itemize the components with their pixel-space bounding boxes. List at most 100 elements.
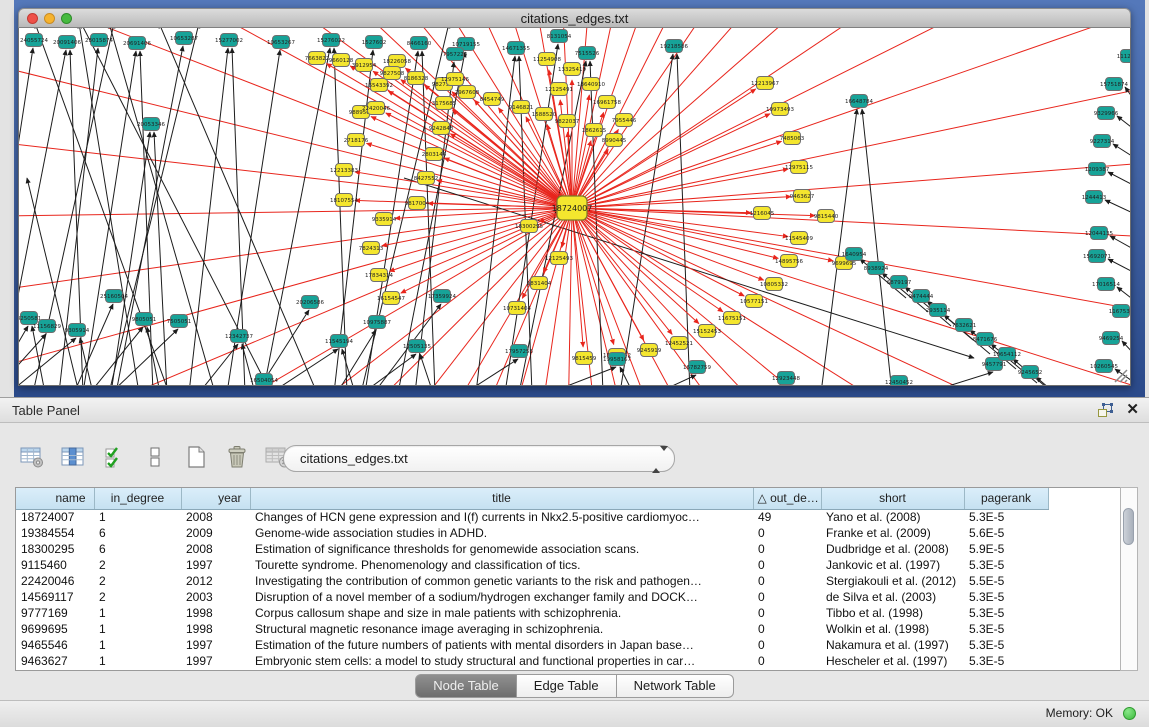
- graph-node[interactable]: 10973493: [766, 103, 794, 116]
- graph-node[interactable]: 13325419: [558, 63, 586, 76]
- column-header-6[interactable]: pagerank: [964, 488, 1048, 509]
- graph-node[interactable]: 9815459: [572, 352, 597, 365]
- graph-node[interactable]: 12213383: [330, 164, 358, 177]
- row-height-icon[interactable]: [139, 439, 171, 475]
- resize-handle-icon[interactable]: [1112, 367, 1128, 383]
- tab-edge-table[interactable]: Edge Table: [517, 674, 617, 698]
- graph-node[interactable]: 11254908: [533, 53, 561, 66]
- graph-node[interactable]: 14895756: [775, 255, 803, 268]
- graph-node[interactable]: 2967608: [455, 86, 480, 99]
- graph-node[interactable]: 1588520: [532, 108, 557, 121]
- close-window-button[interactable]: [27, 13, 38, 24]
- graph-node[interactable]: 1244413: [1082, 191, 1107, 204]
- tab-node-table[interactable]: Node Table: [415, 674, 517, 698]
- table-row[interactable]: 1872400712008Changes of HCN gene express…: [16, 509, 1048, 525]
- graph-node[interactable]: 9817004: [405, 197, 430, 210]
- graph-node[interactable]: 9469254: [1099, 332, 1124, 345]
- graph-node[interactable]: 15751874: [1100, 78, 1128, 91]
- graph-node[interactable]: 9245919: [637, 344, 662, 357]
- table-selector-dropdown[interactable]: citations_edges.txt: [283, 445, 675, 472]
- graph-node[interactable]: 9305914: [65, 324, 90, 337]
- column-header-0[interactable]: name: [16, 488, 94, 509]
- close-panel-icon[interactable]: ✕: [1126, 400, 1139, 418]
- graph-node[interactable]: 8131054: [547, 30, 572, 43]
- graph-node[interactable]: 20091406: [53, 36, 81, 49]
- graph-node[interactable]: 8466160: [407, 37, 432, 50]
- graph-node[interactable]: 15152453: [693, 325, 721, 338]
- float-window-icon[interactable]: [1097, 403, 1115, 419]
- graph-node[interactable]: 2718176: [344, 134, 369, 147]
- graph-node[interactable]: 15692071: [1083, 250, 1111, 263]
- table-row[interactable]: 946554611997Estimation of the future num…: [16, 637, 1048, 653]
- table-scrollbar[interactable]: [1120, 487, 1138, 671]
- column-header-5[interactable]: short: [821, 488, 964, 509]
- graph-node[interactable]: 9805051: [132, 313, 157, 326]
- graph-node[interactable]: 10653267: [267, 36, 295, 49]
- column-header-2[interactable]: year: [181, 488, 250, 509]
- graph-node[interactable]: 9815440: [814, 210, 839, 223]
- graph-node[interactable]: 9329966: [1094, 107, 1119, 120]
- graph-node[interactable]: 11545409: [785, 232, 813, 245]
- graph-node[interactable]: 18226058: [383, 55, 411, 68]
- graph-node[interactable]: 7632621: [952, 319, 977, 332]
- graph-node[interactable]: 12044135: [1085, 227, 1113, 240]
- graph-node[interactable]: 20206586: [296, 296, 324, 309]
- graph-node[interactable]: 1209387: [1085, 163, 1110, 176]
- graph-node[interactable]: 1527602: [362, 36, 387, 49]
- table-row[interactable]: 946362711997Embryonic stem cells: a mode…: [16, 653, 1048, 669]
- graph-node[interactable]: 3912954: [352, 59, 377, 72]
- graph-node[interactable]: 12125491: [545, 83, 573, 96]
- column-header-1[interactable]: in_degree: [94, 488, 181, 509]
- table-row[interactable]: 911546021997Tourette syndrome. Phenomeno…: [16, 557, 1048, 573]
- graph-node[interactable]: 9831404: [527, 277, 552, 290]
- graph-node[interactable]: 9146821: [509, 101, 534, 114]
- graph-node[interactable]: 9242848: [429, 122, 454, 135]
- graph-node[interactable]: 9660128: [329, 54, 354, 67]
- graph-node[interactable]: 14671355: [502, 42, 530, 55]
- graph-node[interactable]: 15276022: [317, 34, 345, 47]
- table-row[interactable]: 977716911998Corpus callosum shape and si…: [16, 605, 1048, 621]
- zoom-window-button[interactable]: [61, 13, 72, 24]
- network-window-titlebar[interactable]: citations_edges.txt: [18, 8, 1131, 28]
- column-select-icon[interactable]: [57, 439, 89, 475]
- scrollbar-thumb[interactable]: [1123, 508, 1134, 545]
- table-row[interactable]: 969969511998Structural magnetic resonanc…: [16, 621, 1048, 637]
- graph-node[interactable]: 8186328: [404, 72, 429, 85]
- table-row[interactable]: 1830029562008Estimation of significance …: [16, 541, 1048, 557]
- graph-node[interactable]: 12342737: [225, 330, 253, 343]
- graph-node[interactable]: 18107554: [330, 194, 358, 207]
- graph-node[interactable]: 8250581: [19, 312, 41, 325]
- graph-node[interactable]: 9827508: [380, 67, 405, 80]
- graph-node[interactable]: 9463627: [790, 190, 815, 203]
- graph-node[interactable]: 1167535: [1109, 305, 1130, 318]
- graph-node[interactable]: 12452521: [665, 337, 693, 350]
- graph-node[interactable]: 1862615: [582, 124, 607, 137]
- graph-node[interactable]: 7955446: [612, 114, 637, 127]
- graph-node[interactable]: 8990445: [602, 134, 627, 147]
- tab-network-table[interactable]: Network Table: [617, 674, 734, 698]
- table-row[interactable]: 1456911722003Disruption of a novel membe…: [16, 589, 1048, 605]
- graph-node[interactable]: 15277002: [215, 34, 243, 47]
- graph-node[interactable]: 16504054: [250, 374, 278, 386]
- graph-node[interactable]: 12505135: [403, 340, 431, 353]
- graph-hub-node[interactable]: 18724007: [552, 196, 593, 220]
- graph-node[interactable]: 7505051: [167, 315, 192, 328]
- graph-node[interactable]: 12450452: [885, 376, 913, 386]
- table-row[interactable]: 2242004622012Investigating the contribut…: [16, 573, 1048, 589]
- graph-node[interactable]: 12213967: [751, 77, 779, 90]
- graph-node[interactable]: 10805332: [760, 278, 788, 291]
- graph-node[interactable]: 12923448: [772, 372, 800, 385]
- network-canvas[interactable]: 7663822966012839129541822605816543392982…: [18, 28, 1131, 386]
- graph-node[interactable]: 20053346: [137, 118, 165, 131]
- graph-node[interactable]: 17834314: [365, 269, 393, 282]
- graph-node[interactable]: 7824313: [359, 242, 384, 255]
- graph-node[interactable]: 16782759: [683, 361, 711, 374]
- graph-node[interactable]: 1640954: [842, 248, 867, 261]
- node-table[interactable]: namein_degreeyeartitle△ out_de…shortpage…: [15, 487, 1120, 671]
- graph-node[interactable]: 16961758: [593, 96, 621, 109]
- graph-node[interactable]: 16648784: [845, 95, 873, 108]
- graph-node[interactable]: 8427552: [414, 172, 439, 185]
- graph-node[interactable]: 6879197: [887, 276, 912, 289]
- graph-node[interactable]: 7515526: [575, 47, 600, 60]
- graph-node[interactable]: 2935114: [926, 304, 951, 317]
